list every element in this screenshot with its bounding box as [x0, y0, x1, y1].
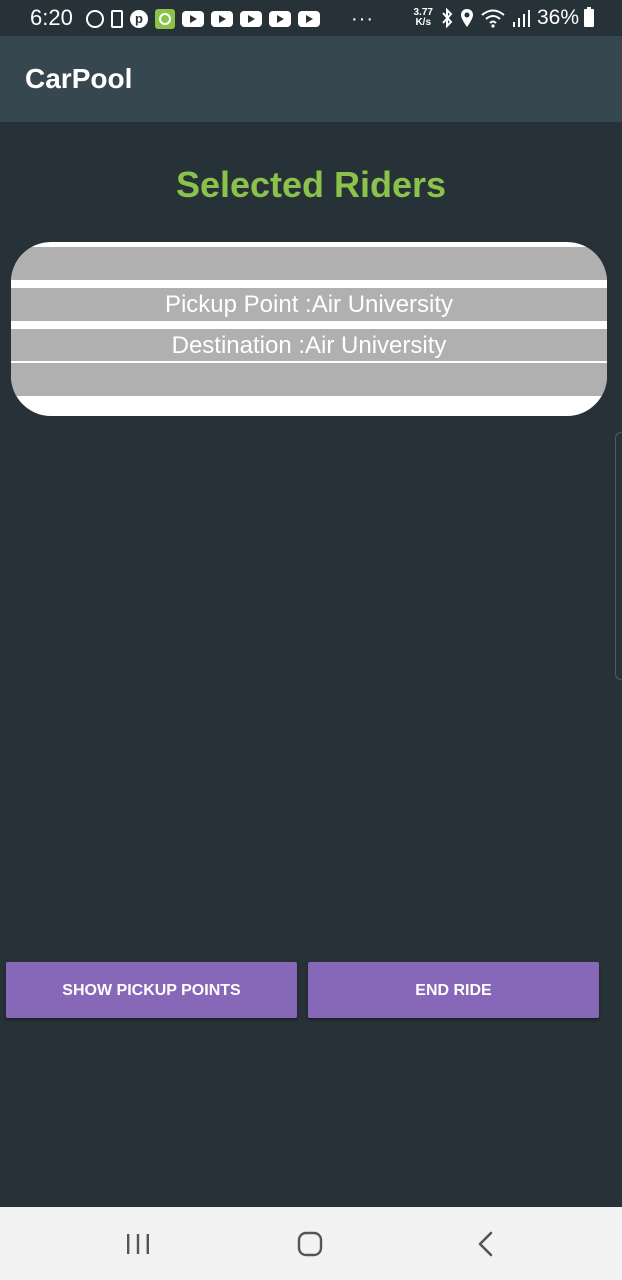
whatsapp-icon [86, 10, 104, 28]
destination-row: Destination :Air University [11, 329, 607, 361]
notification-icons: p ··· [86, 8, 374, 30]
bluetooth-icon [442, 8, 453, 28]
pinterest-icon: p [130, 10, 148, 28]
location-icon [460, 9, 473, 27]
youtube-icon [298, 11, 320, 27]
rider-card-row-empty [11, 247, 607, 280]
signal-icon [512, 10, 530, 27]
scroll-indicator[interactable] [615, 432, 622, 680]
youtube-icon [240, 11, 262, 27]
app-title: CarPool [25, 63, 133, 94]
screen: 6:20 p ··· 3.77 K/s 36% CarPool Selected… [0, 0, 622, 1280]
system-icons: 3.77 K/s 36% [414, 6, 594, 30]
status-bar: 6:20 p ··· 3.77 K/s 36% [0, 0, 622, 36]
destination-label: Destination :Air University [171, 332, 447, 359]
network-speed: 3.77 K/s [414, 8, 433, 28]
youtube-icon [211, 11, 233, 27]
app-icon [155, 9, 175, 29]
pickup-point-label: Pickup Point :Air University [164, 291, 454, 318]
page-title: Selected Riders [175, 164, 447, 205]
youtube-icon [269, 11, 291, 27]
home-icon[interactable] [293, 1227, 327, 1261]
status-time: 6:20 [30, 5, 73, 30]
wifi-icon [481, 9, 505, 28]
rider-card-row-empty [11, 363, 607, 396]
navigation-bar [0, 1207, 622, 1280]
end-ride-button[interactable]: END RIDE [308, 962, 599, 1018]
more-notifications-icon: ··· [351, 8, 374, 30]
sim-icon [111, 10, 123, 28]
recents-icon[interactable] [121, 1231, 155, 1257]
pickup-point-row: Pickup Point :Air University [11, 288, 607, 321]
battery-icon [584, 7, 594, 27]
network-speed-unit: K/s [415, 17, 432, 28]
rider-card[interactable]: Pickup Point :Air University Destination… [11, 242, 607, 416]
back-icon[interactable] [470, 1227, 504, 1261]
battery-percent: 36% [536, 6, 579, 29]
youtube-icon [182, 11, 204, 27]
show-pickup-points-button[interactable]: SHOW PICKUP POINTS [6, 962, 297, 1018]
app-bar: CarPool [0, 36, 622, 122]
